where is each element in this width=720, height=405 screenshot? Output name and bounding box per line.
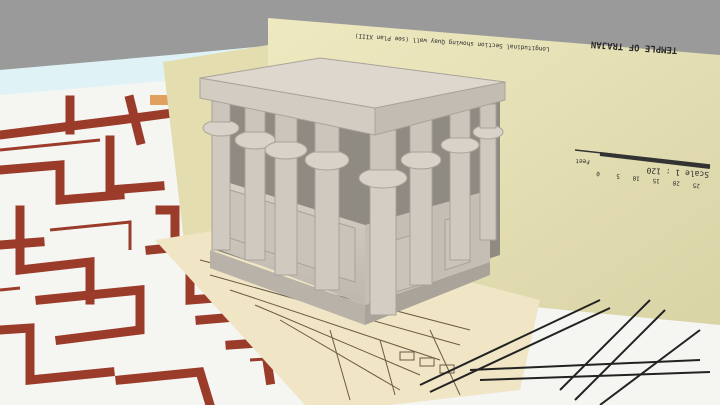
scene-canvas[interactable]: TEMPLE OF TRAJAN Longitudinal Section sh… — [0, 0, 720, 405]
scale-tick-label: 15 — [652, 177, 660, 185]
column — [274, 149, 298, 276]
model-viewport[interactable]: TEMPLE OF TRAJAN Longitudinal Section sh… — [0, 0, 720, 405]
sheet-unit-label: Feet — [575, 157, 590, 165]
column — [479, 129, 497, 241]
column — [369, 174, 397, 316]
column — [449, 144, 471, 261]
scale-tick-label: 20 — [672, 179, 680, 187]
column — [314, 159, 340, 291]
scale-tick-label: 25 — [692, 181, 700, 189]
column — [211, 129, 231, 251]
column — [244, 139, 266, 261]
scale-tick-label: 10 — [632, 174, 640, 182]
map-marker — [150, 95, 170, 105]
column — [409, 159, 433, 286]
